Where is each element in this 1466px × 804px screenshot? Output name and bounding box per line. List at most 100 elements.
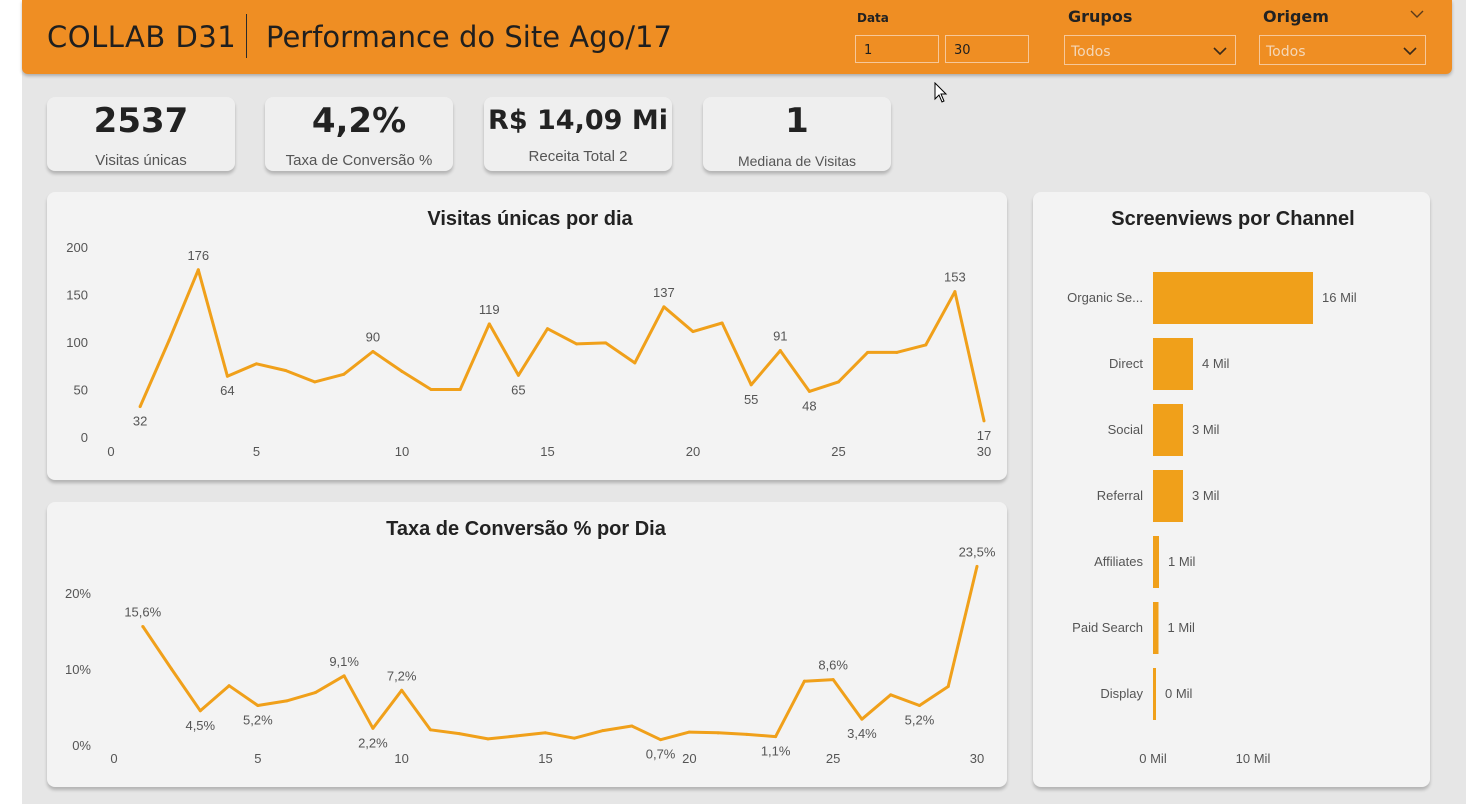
x-tick-label: 20 xyxy=(682,751,696,766)
bar xyxy=(1153,470,1183,522)
data-label: 55 xyxy=(744,392,758,407)
y-tick-label: 100 xyxy=(66,335,88,350)
data-point xyxy=(807,389,811,393)
conversao-chart-card: Taxa de Conversão % por Dia 0% 10% 20% 0 5 10 1… xyxy=(47,502,1007,787)
data-point xyxy=(458,388,462,391)
category-label: Organic Se... xyxy=(1067,290,1143,305)
data-label: 64 xyxy=(220,383,234,398)
data-point xyxy=(895,350,899,354)
data-label: 137 xyxy=(653,285,675,300)
data-point xyxy=(284,369,288,372)
x-tick-label: 20 xyxy=(686,444,700,459)
bar xyxy=(1153,338,1193,390)
data-point xyxy=(138,405,142,409)
data-point xyxy=(342,674,346,678)
data-point xyxy=(196,268,200,272)
data-point xyxy=(428,728,432,732)
x-tick-label: 10 xyxy=(394,751,408,766)
x-tick-label: 15 xyxy=(538,751,552,766)
bar-value-label: 16 Mil xyxy=(1322,290,1357,305)
kpi-value: 2537 xyxy=(93,101,189,141)
x-tick-label: 0 Mil xyxy=(1139,751,1167,766)
y-tick-label: 200 xyxy=(66,240,88,255)
data-point xyxy=(256,703,260,707)
chart-title: Taxa de Conversão % por Dia xyxy=(386,518,667,540)
data-point xyxy=(544,731,547,735)
data-point xyxy=(170,667,174,671)
data-point xyxy=(371,726,375,730)
bar-value-label: 3 Mil xyxy=(1192,422,1220,437)
data-point xyxy=(400,369,404,373)
chevron-down-icon xyxy=(1213,47,1227,56)
bar xyxy=(1153,404,1183,456)
data-point xyxy=(917,703,921,707)
kpi-value: 1 xyxy=(785,101,809,141)
chart-title: Screenviews por Channel xyxy=(1111,208,1354,230)
data-point xyxy=(691,330,695,334)
x-tick-label: 0 xyxy=(107,444,114,459)
kpi-receita-total: R$ 14,09 Mi Receita Total 2 xyxy=(484,97,672,171)
conversao-line-chart: Taxa de Conversão % por Dia 0% 10% 20% 0 5 10 1… xyxy=(65,518,996,766)
x-tick-label: 5 xyxy=(254,751,261,766)
data-point xyxy=(342,372,346,376)
category-label: Social xyxy=(1108,422,1144,437)
kpi-label: Mediana de Visitas xyxy=(737,153,857,169)
category-label: Affiliates xyxy=(1094,554,1143,569)
header-bar: COLLAB D31 Performance do Site Ago/17 Da… xyxy=(22,0,1452,74)
data-label: 9,1% xyxy=(329,654,359,669)
page-title: Performance do Site Ago/17 xyxy=(266,20,672,54)
data-label: 153 xyxy=(944,270,966,285)
data-label: 7,2% xyxy=(387,668,417,683)
data-point xyxy=(313,380,317,384)
data-label: 5,2% xyxy=(243,712,273,727)
data-point xyxy=(546,327,549,331)
data-point xyxy=(860,717,864,721)
category-label: Direct xyxy=(1109,356,1143,371)
bar-value-label: 1 Mil xyxy=(1168,554,1196,569)
kpi-value: 4,2% xyxy=(311,101,407,141)
collapse-chevron-icon[interactable] xyxy=(1410,9,1424,19)
data-label: 15,6% xyxy=(124,604,161,619)
brand-title: COLLAB D31 xyxy=(47,20,237,54)
data-point xyxy=(167,338,171,342)
bar xyxy=(1153,536,1159,588)
data-start-input[interactable]: 1 xyxy=(855,35,939,63)
channel-chart-card: Screenviews por Channel Organic Se... 16 M… xyxy=(1033,192,1430,787)
x-tick-label: 0 xyxy=(110,751,117,766)
data-point xyxy=(716,731,720,735)
data-point xyxy=(400,688,404,692)
chart-title: Visitas únicas por dia xyxy=(427,208,633,230)
visitas-line-chart: Visitas únicas por dia 0 50 100 150 200 0 5 10 15… xyxy=(66,208,991,459)
data-point xyxy=(630,724,634,728)
data-point xyxy=(778,349,782,353)
data-label: 4,5% xyxy=(185,718,215,733)
y-tick-label: 20% xyxy=(65,586,91,601)
x-tick-label: 5 xyxy=(253,444,260,459)
kpi-label: Receita Total 2 xyxy=(528,148,628,165)
channel-bar-chart: Screenviews por Channel Organic Se... 16 M… xyxy=(1067,208,1357,766)
origem-select[interactable]: Todos xyxy=(1259,35,1426,65)
data-point xyxy=(662,305,666,309)
data-label: 119 xyxy=(479,302,500,317)
bar xyxy=(1153,668,1156,720)
grupos-select[interactable]: Todos xyxy=(1064,35,1236,65)
data-point xyxy=(285,699,289,703)
data-point xyxy=(575,342,579,346)
data-end-input[interactable]: 30 xyxy=(945,35,1029,63)
data-point xyxy=(516,373,520,377)
data-point xyxy=(225,374,229,378)
data-point xyxy=(924,343,928,347)
data-point xyxy=(953,290,957,294)
kpi-mediana-visitas: 1 Mediana de Visitas xyxy=(703,97,891,171)
data-point xyxy=(604,341,608,345)
data-point xyxy=(601,729,605,733)
data-label: 2,2% xyxy=(358,735,388,750)
x-tick-label: 25 xyxy=(831,444,845,459)
category-label: Paid Search xyxy=(1072,620,1143,635)
data-point xyxy=(745,732,749,736)
data-point xyxy=(975,564,979,568)
bar-value-label: 3 Mil xyxy=(1192,488,1220,503)
data-point xyxy=(141,624,145,628)
kpi-visitas-unicas: 2537 Visitas únicas xyxy=(47,97,235,171)
category-label: Referral xyxy=(1097,488,1143,503)
